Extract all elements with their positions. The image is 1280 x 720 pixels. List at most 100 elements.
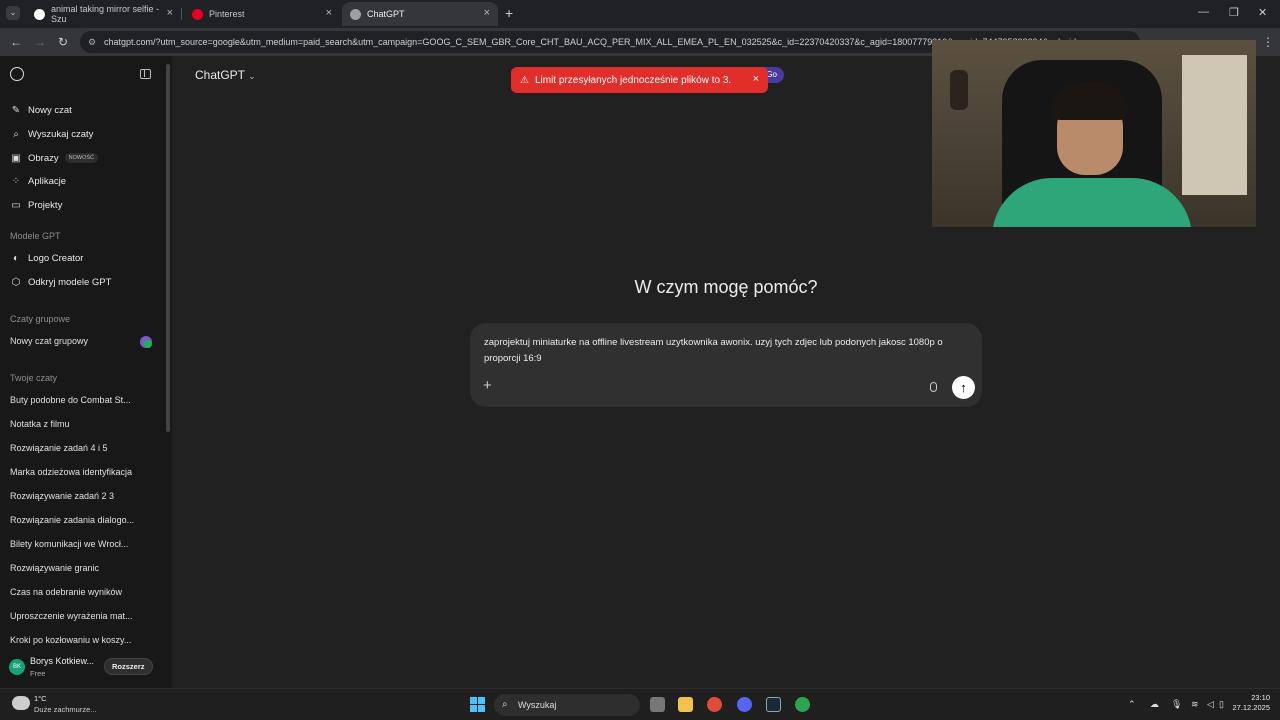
file-explorer-icon[interactable] <box>678 697 693 712</box>
close-icon[interactable]: × <box>167 7 173 19</box>
sidebar-item-new-group-chat[interactable]: Nowy czat grupowy <box>10 336 150 346</box>
chat-list-item[interactable]: Rozwiązanie zadań 4 i 5 <box>10 443 150 453</box>
page-title: W czym mogę pomóc? <box>634 277 818 297</box>
sidebar-item-apps[interactable]: ⁘ Aplikacje <box>10 171 66 191</box>
close-icon[interactable]: × <box>484 7 490 19</box>
clock[interactable]: 23:10 27.12.2025 <box>1230 693 1270 713</box>
battery-icon[interactable]: ▯ <box>1219 699 1224 710</box>
sidebar-item-logo-creator[interactable]: ◐ Logo Creator <box>10 248 83 268</box>
close-icon[interactable]: × <box>753 73 759 85</box>
cube-icon: ⬡ <box>11 276 21 288</box>
group-chats-section-title: Czaty grupowe <box>10 314 71 324</box>
task-view-icon[interactable] <box>650 697 665 712</box>
back-icon[interactable]: ← <box>10 35 22 49</box>
tab-title: Pinterest <box>209 9 245 19</box>
chat-list-item[interactable]: Buty podobne do Combat St... <box>10 395 150 405</box>
sidebar-item-explore-gpts[interactable]: ⬡ Odkryj modele GPT <box>10 272 112 292</box>
pinterest-favicon-icon <box>192 8 203 20</box>
chat-list-item[interactable]: Notatka z filmu <box>10 419 150 429</box>
weather-temperature[interactable]: 1°C <box>34 694 47 703</box>
site-info-icon[interactable]: ⚙ <box>88 31 96 53</box>
sidebar-item-label: Nowy czat <box>28 104 72 116</box>
chat-list-item[interactable]: Bilety komunikacji we Wrocł... <box>10 539 150 549</box>
folder-icon: ▭ <box>11 199 21 211</box>
webcam-background-door <box>1182 55 1247 195</box>
tab-search-button[interactable]: ⌄ <box>6 6 20 20</box>
sidebar-item-images[interactable]: ▣ Obrazy NOWOŚĆ <box>10 148 98 168</box>
chat-list-item[interactable]: Czas na odebranie wyników <box>10 587 150 597</box>
sidebar-item-new-chat[interactable]: ✎ Nowy czat <box>10 100 72 120</box>
chevron-up-icon[interactable]: ⌃ <box>1128 699 1136 710</box>
your-chats-section-title: Twoje czaty <box>10 373 58 383</box>
browser-menu-icon[interactable]: ⋮ <box>1262 35 1274 49</box>
model-name: ChatGPT <box>195 68 245 82</box>
sidebar-item-label: Odkryj modele GPT <box>28 276 112 288</box>
clock-date: 27.12.2025 <box>1232 703 1270 712</box>
microphone-icon[interactable] <box>930 382 937 392</box>
new-tab-button[interactable]: + <box>505 5 513 21</box>
windows-start-icon[interactable] <box>470 697 485 712</box>
weather-condition[interactable]: Duże zachmurze... <box>34 705 97 714</box>
windows-taskbar: 1°C Duże zachmurze... ⌕ Wyszukaj ⌃ ☁ 🎙 ≋… <box>0 688 1280 720</box>
tab-separator <box>181 8 182 20</box>
wifi-icon[interactable]: ≋ <box>1191 699 1199 710</box>
chatgpt-logo-icon[interactable] <box>10 67 24 81</box>
chevron-down-icon: ⌄ <box>248 71 256 81</box>
webcam-overlay <box>932 40 1256 227</box>
apps-icon: ⁘ <box>11 175 21 187</box>
chat-list-item[interactable]: Rozwiązywanie zadań 2 3 <box>10 491 150 501</box>
webcam-person-shirt <box>992 178 1192 227</box>
discord-icon[interactable] <box>737 697 752 712</box>
webcam-person-hair <box>1052 82 1128 120</box>
sidebar-scrollbar[interactable] <box>166 64 170 432</box>
window-close-icon[interactable]: ✕ <box>1258 6 1267 19</box>
chat-list-item[interactable]: Rozwiązywanie granic <box>10 563 150 573</box>
upgrade-button[interactable]: Rozszerz <box>104 658 153 675</box>
cloud-sync-icon[interactable]: ☁ <box>1150 699 1159 710</box>
chat-list-item[interactable]: Rozwiązanie zadania dialogo... <box>10 515 150 525</box>
chatgpt-favicon-icon <box>350 8 361 20</box>
taskbar-search-label: Wyszukaj <box>518 700 557 710</box>
tab-chatgpt[interactable]: ChatGPT × <box>342 2 498 26</box>
user-name: Borys Kotkiew... <box>30 656 95 666</box>
prompt-input[interactable]: zaprojektuj miniaturke na offline livest… <box>484 335 964 367</box>
microphone-icon[interactable]: 🎙 <box>1171 699 1182 710</box>
tab-animal-selfie[interactable]: animal taking mirror selfie - Szu × <box>26 2 181 26</box>
webcam-background-object <box>950 70 968 110</box>
tab-title: animal taking mirror selfie - Szu <box>51 4 160 24</box>
sidebar-item-label: Projekty <box>28 199 63 211</box>
group-chat-icon <box>140 336 152 348</box>
attach-plus-icon[interactable]: + <box>483 377 492 394</box>
new-badge: NOWOŚĆ <box>64 153 98 163</box>
chat-list-item[interactable]: Kroki po kozłowaniu w koszy... <box>10 635 150 645</box>
taskbar-search[interactable]: ⌕ Wyszukaj <box>494 694 640 716</box>
chat-list-item[interactable]: Uproszczenie wyrażenia mat... <box>10 611 150 621</box>
restore-icon[interactable]: ❐ <box>1229 6 1239 19</box>
chat-list-item[interactable]: Marka odzieżowa identyfikacja <box>10 467 150 477</box>
tab-title: ChatGPT <box>367 9 405 19</box>
warning-icon: ⚠ <box>520 74 529 86</box>
minimize-icon[interactable]: — <box>1198 6 1209 18</box>
chrome-icon[interactable] <box>707 697 722 712</box>
send-button[interactable]: ↑ <box>952 376 975 399</box>
sidebar-item-projects[interactable]: ▭ Projekty <box>10 195 62 215</box>
sidebar-toggle-icon[interactable] <box>140 69 151 79</box>
sidebar-item-label: Obrazy <box>28 152 59 164</box>
edit-icon: ✎ <box>11 104 21 116</box>
steam-icon[interactable] <box>766 697 781 712</box>
weather-cloud-icon[interactable] <box>12 696 30 710</box>
reload-icon[interactable]: ↻ <box>58 35 68 49</box>
forward-icon[interactable]: → <box>34 35 46 49</box>
search-icon: ⌕ <box>502 699 508 710</box>
sidebar-item-search-chats[interactable]: ⌕ Wyszukaj czaty <box>10 124 93 144</box>
model-selector[interactable]: ChatGPT ⌄ <box>195 68 256 82</box>
user-account-row[interactable]: BK Borys Kotkiew... Free Rozszerz <box>0 652 172 684</box>
close-icon[interactable]: × <box>326 7 332 19</box>
avatar: BK <box>9 659 25 675</box>
volume-icon[interactable]: ◁ <box>1207 699 1214 710</box>
sidebar-item-label: Logo Creator <box>28 252 84 264</box>
search-icon: ⌕ <box>13 128 19 140</box>
gpt-section-title: Modele GPT <box>10 231 61 241</box>
tab-pinterest[interactable]: Pinterest × <box>184 2 340 26</box>
app-green-icon[interactable] <box>795 697 810 712</box>
